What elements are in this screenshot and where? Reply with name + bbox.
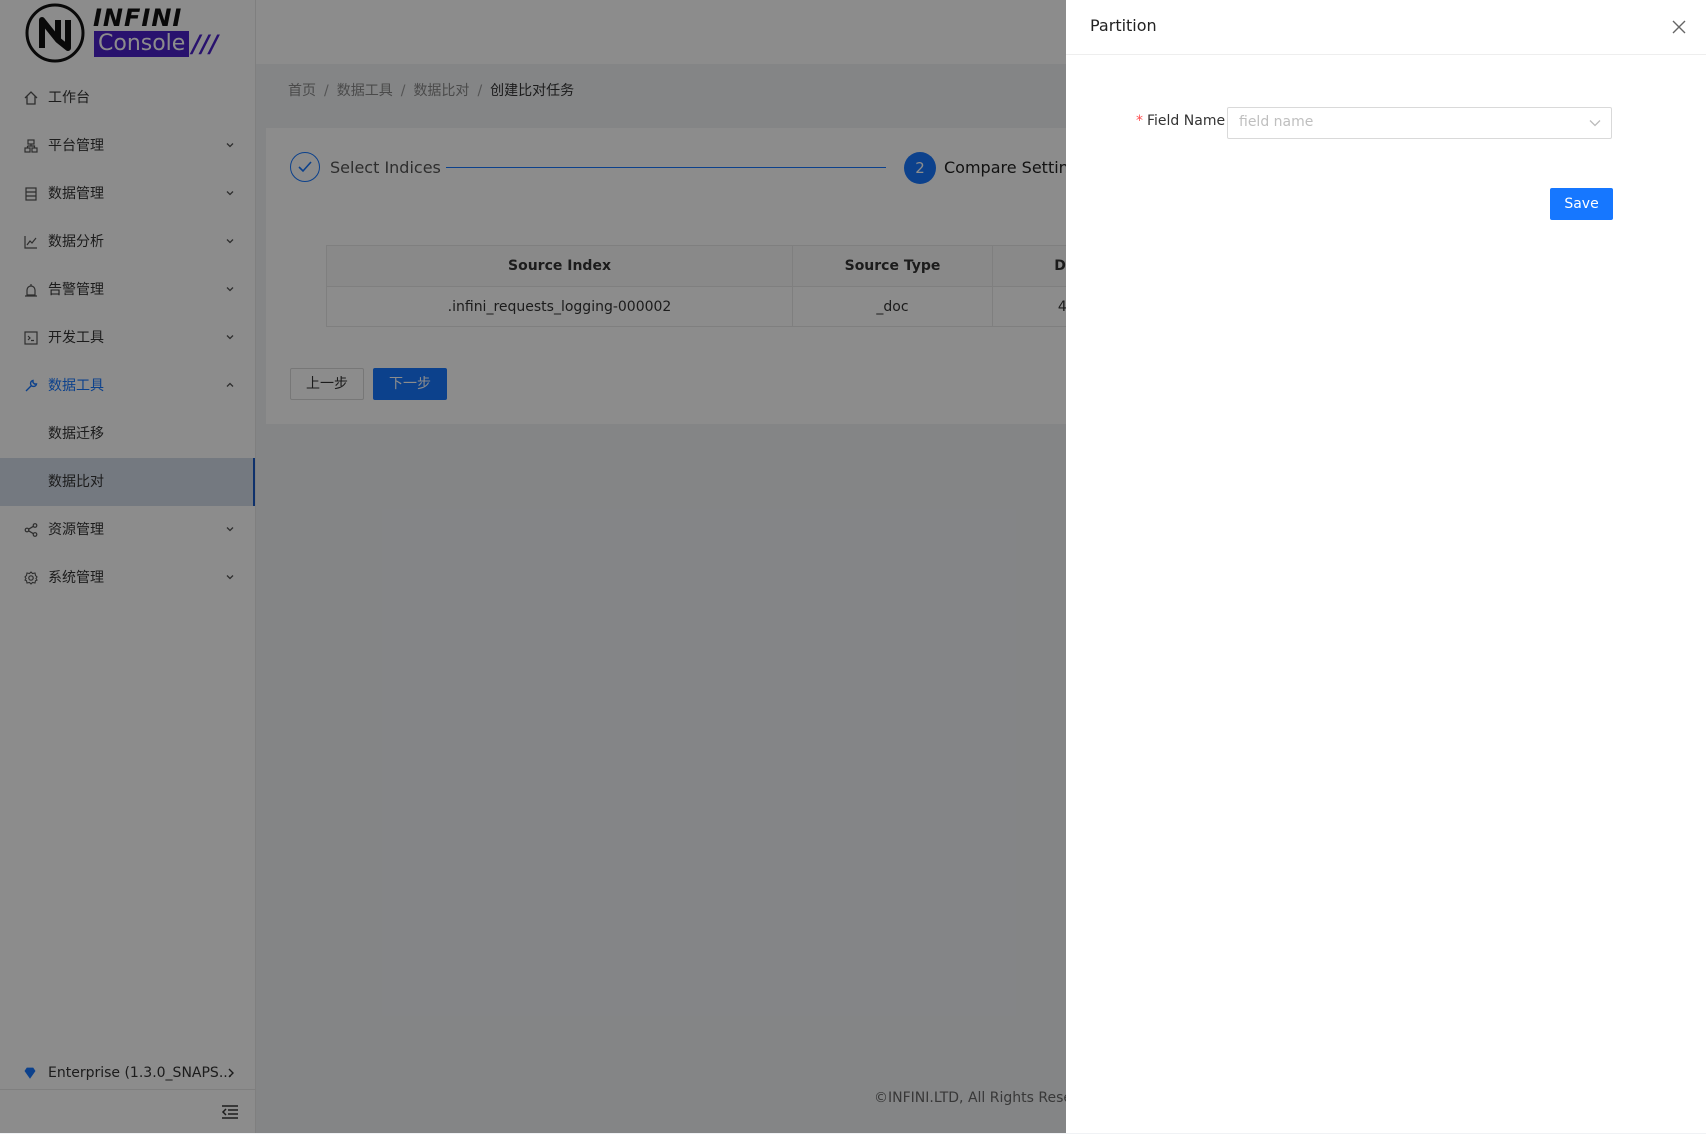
- drawer-title: Partition: [1090, 16, 1157, 35]
- required-mark: *: [1136, 113, 1143, 129]
- partition-drawer: Partition * Field Name field name Save: [1066, 0, 1706, 1133]
- field-name-placeholder: field name: [1239, 114, 1314, 130]
- chevron-down-icon: [1589, 120, 1601, 127]
- close-icon[interactable]: [1672, 20, 1686, 34]
- save-button[interactable]: Save: [1550, 188, 1613, 220]
- field-name-select[interactable]: field name: [1227, 107, 1612, 139]
- field-name-label-text: Field Name: [1147, 113, 1226, 129]
- field-name-label: * Field Name: [1136, 113, 1225, 129]
- drawer-header: Partition: [1066, 0, 1706, 55]
